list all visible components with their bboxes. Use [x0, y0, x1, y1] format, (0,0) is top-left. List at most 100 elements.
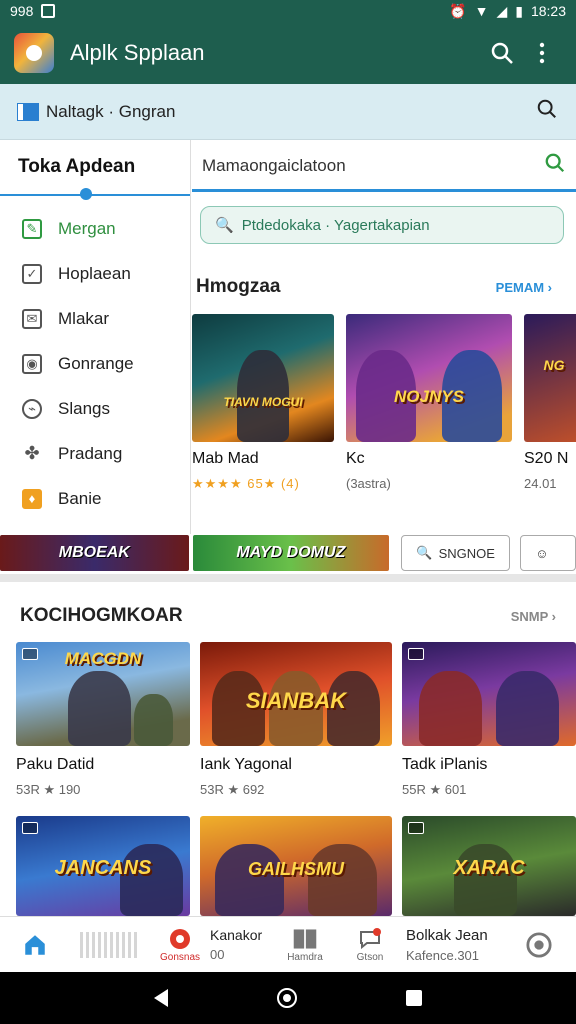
game-logo-text: TIAVN MOGUI [223, 394, 303, 409]
game-logo-text: GAILHSMU [248, 859, 344, 879]
more-vert-icon[interactable] [522, 33, 562, 73]
search-icon: 🔍 [416, 545, 433, 560]
sidebar-item-label: Banie [58, 488, 102, 508]
section-featured: Hmogzaa PEMAM › TIAVN MOGUI Mab Mad ★★★★… [192, 260, 576, 522]
back-icon[interactable] [154, 989, 169, 1007]
see-more-link[interactable]: SNMP › [511, 609, 556, 624]
game-card[interactable]: NOJNYS Kc (3astra) [346, 314, 512, 492]
library-tab[interactable]: Hamdra [268, 917, 342, 973]
camera-icon: ◉ [22, 353, 42, 374]
games-tab[interactable] [70, 917, 150, 973]
promo-banner[interactable]: MAYD DOMUZ [192, 535, 390, 571]
game-title: S20 N [524, 450, 569, 467]
promo-banner[interactable]: MBOEAK [0, 535, 189, 571]
sidebar-item-label: Gonrange [58, 353, 134, 373]
tab-label: Kanakor [210, 927, 263, 943]
game-meta: 53R ★ 692 [200, 782, 265, 797]
profile-tab[interactable]: Bolkak Jean Kafence.301 [398, 917, 508, 973]
battery-icon: ▮ [515, 2, 523, 19]
game-rating: ★★★★ 65★ (4) [192, 476, 300, 491]
search-icon[interactable] [544, 152, 566, 180]
game-title: Paku Datid [16, 756, 95, 773]
search-icon[interactable] [482, 33, 522, 73]
sidebar-item-label: Pradang [58, 443, 123, 463]
tab-label: Gonsnas [159, 952, 201, 963]
app-title: Alplk Spplaan [70, 40, 205, 65]
leaf-icon: ✎ [22, 218, 42, 239]
tab-label: Gtson [356, 952, 384, 963]
tab-label: Hamdra [287, 952, 323, 963]
status-time-left: 998 [10, 3, 34, 19]
app-logo [14, 33, 54, 73]
tab-sublabel: 00 [210, 947, 225, 962]
game-meta: 55R ★ 601 [402, 782, 467, 797]
badge-icon [408, 648, 424, 660]
game-card[interactable]: SIANBAK Iank Yagonal 53R ★ 692 [200, 642, 392, 798]
chat-icon [357, 926, 383, 952]
game-thumbnail [402, 642, 576, 746]
sidebar-item-hoplaean[interactable]: ✓ Hoplaean [0, 251, 190, 296]
game-thumbnail[interactable]: JANCANS [16, 816, 190, 916]
home-tab[interactable] [0, 917, 70, 973]
game-thumbnail: SIANBAK [200, 642, 392, 746]
game-thumbnail[interactable]: GAILHSMU [200, 816, 392, 916]
sidebar-item-label: Hoplaean [58, 263, 131, 283]
search-games-button[interactable]: 🔍 SNGNOE [401, 535, 511, 571]
gonsnas-tab[interactable]: Gonsnas [150, 917, 210, 973]
sidebar-item-label: Slangs [58, 398, 110, 418]
sidebar-item-gonrange[interactable]: ◉ Gonrange [0, 341, 190, 386]
game-meta: 24.01 [524, 476, 557, 491]
game-thumbnail[interactable]: XARAC [402, 816, 576, 916]
record-icon [167, 926, 193, 952]
sidebar-item-mlakar[interactable]: ✉ Mlakar [0, 296, 190, 341]
game-row: JANCANS GAILHSMU XARAC [16, 816, 576, 916]
search-games-label: SNGNOE [438, 545, 495, 561]
tag-icon: ⌁ [22, 398, 42, 419]
status-time-right: 18:23 [530, 3, 566, 19]
barcode-icon [80, 931, 140, 958]
game-card[interactable]: NG S20 N 24.01 [524, 314, 576, 492]
game-thumbnail: MACGDN [16, 642, 190, 746]
game-title: Tadk iPlanis [402, 756, 488, 773]
flag-icon [18, 103, 38, 120]
sidebar-item-banie[interactable]: ♦ Banie [0, 476, 190, 521]
location-bar[interactable]: Naltagk · Gngran [0, 84, 576, 140]
divider [0, 574, 576, 582]
recents-icon[interactable] [405, 990, 422, 1006]
filter-button[interactable]: ☺ [520, 535, 576, 571]
search-input[interactable] [202, 155, 544, 176]
kanakor-tab[interactable]: Kanakor 00 [210, 917, 268, 973]
badge-icon [408, 822, 424, 834]
notification-icon [41, 4, 56, 18]
sidebar-item-pradang[interactable]: ✤ Pradang [0, 431, 190, 476]
sidebar-item-mergan[interactable]: ✎ Mergan [0, 206, 190, 251]
game-logo-text: SIANBAK [245, 687, 347, 713]
see-more-link[interactable]: PEMAM › [496, 280, 552, 295]
section-title: Hmogzaa [196, 276, 281, 297]
search-box [192, 142, 576, 192]
sidebar-header[interactable]: Toka Apdean [0, 140, 190, 200]
game-meta: (3astra) [346, 476, 391, 491]
game-logo-text: XARAC [453, 857, 525, 879]
signal-icon: ◢ [496, 2, 508, 19]
checkbox-icon: ✓ [22, 263, 42, 284]
game-card[interactable]: Tadk iPlanis 55R ★ 601 [402, 642, 576, 798]
filter-chip[interactable]: 🔍 Ptdedokaka · Yagertakapian [200, 206, 564, 244]
game-logo-text: JANCANS [54, 857, 152, 879]
game-title: Mab Mad [192, 450, 259, 467]
game-card[interactable]: MACGDN Paku Datid 53R ★ 190 [16, 642, 190, 798]
sidebar-item-label: Mlakar [58, 308, 110, 328]
game-thumbnail: TIAVN MOGUI [192, 314, 334, 442]
puzzle-icon: ✤ [24, 443, 40, 463]
sidebar: Toka Apdean ✎ Mergan ✓ Hoplaean ✉ Mlakar ◉ G… [0, 140, 191, 534]
account-tab[interactable] [508, 917, 570, 973]
home-button-icon[interactable] [276, 988, 297, 1008]
game-meta: 53R ★ 190 [16, 782, 81, 797]
game-card[interactable]: TIAVN MOGUI Mab Mad ★★★★ 65★ (4) [192, 314, 334, 492]
chat-tab[interactable]: Gtson [342, 917, 398, 973]
game-logo-text: NG [543, 356, 565, 373]
sidebar-item-label: Mergan [58, 218, 116, 238]
search-icon[interactable] [536, 98, 558, 125]
location-label: Naltagk · Gngran [46, 101, 176, 121]
sidebar-item-slangs[interactable]: ⌁ Slangs [0, 386, 190, 431]
